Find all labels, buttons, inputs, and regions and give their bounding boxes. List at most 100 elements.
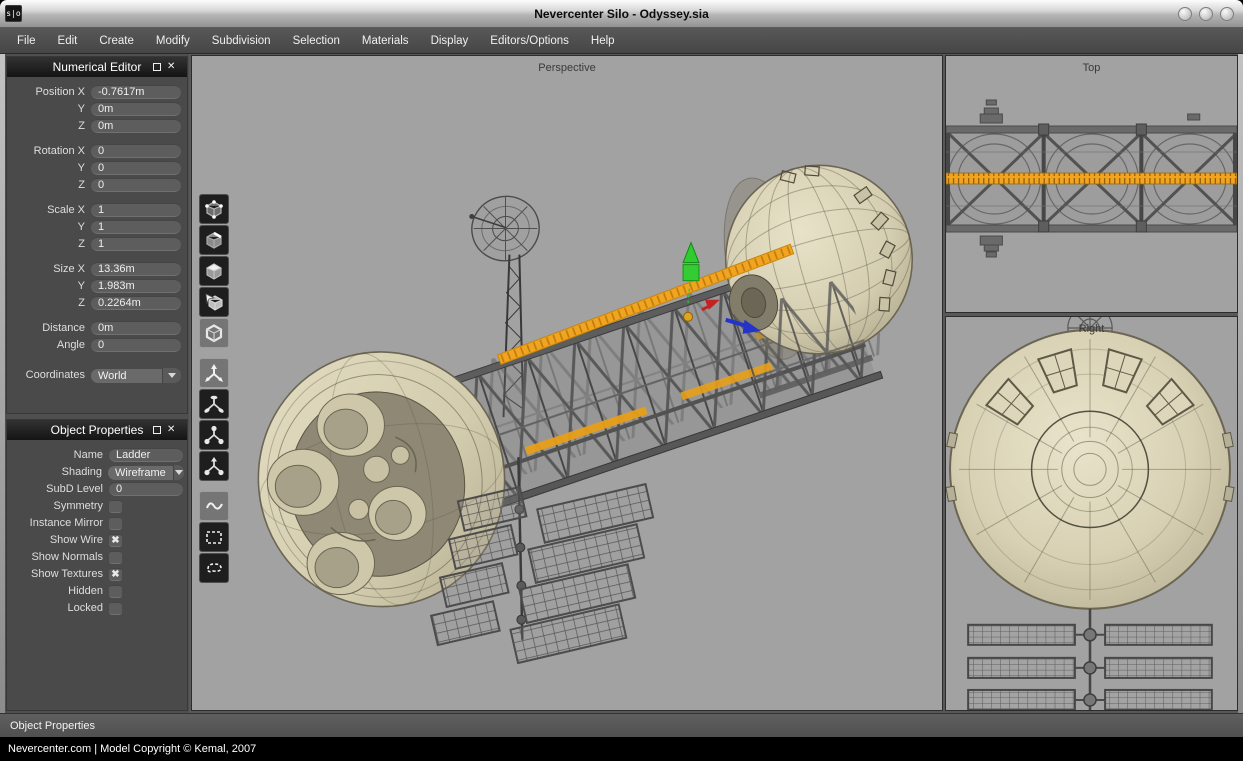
edge-mode-button[interactable] [199, 225, 229, 255]
checkbox-label: Show Normals [7, 551, 109, 563]
perspective-viewport-label: Perspective [192, 62, 942, 74]
position-z-field[interactable]: 0m [91, 119, 181, 133]
menu-materials[interactable]: Materials [351, 28, 420, 54]
panel-title: Object Properties [41, 423, 153, 437]
locked-checkbox[interactable] [109, 602, 122, 615]
show-normals-checkbox[interactable] [109, 551, 122, 564]
angle-field[interactable]: 0 [91, 338, 181, 352]
right-view-solar-array [968, 609, 1212, 710]
field-label: Size X [7, 263, 91, 275]
top-viewport[interactable]: Top [945, 55, 1238, 313]
numerical-editor-header[interactable]: Numerical Editor ✕ [7, 57, 187, 77]
left-panel-column: Numerical Editor ✕ Position X-0.7617m Y0… [5, 54, 189, 713]
menu-file[interactable]: File [6, 28, 47, 54]
menu-help[interactable]: Help [580, 28, 626, 54]
shading-dropdown[interactable]: Wireframe [108, 465, 184, 480]
show-textures-checkbox[interactable]: ✖ [109, 568, 122, 581]
footer-bar: Nevercenter.com | Model Copyright © Kema… [0, 737, 1243, 761]
scale-x-field[interactable]: 1 [91, 203, 181, 217]
right-viewport-label: Right [946, 323, 1237, 335]
object-mode-icon [203, 322, 225, 344]
name-field[interactable]: Ladder [109, 448, 183, 462]
shading-value: Wireframe [108, 465, 173, 480]
checkbox-label: Show Textures [7, 568, 109, 580]
object-properties-header[interactable]: Object Properties ✕ [7, 420, 187, 440]
size-z-field[interactable]: 0.2264m [91, 296, 181, 310]
rotate-tool-icon [203, 393, 225, 415]
panel-title: Numerical Editor [41, 60, 153, 74]
field-label: Rotation X [7, 145, 91, 157]
field-label: Y [7, 221, 91, 233]
menu-subdivision[interactable]: Subdivision [201, 28, 282, 54]
show-wire-checkbox[interactable]: ✖ [109, 534, 122, 547]
panel-close-icon[interactable]: ✕ [167, 425, 175, 435]
checkbox-label: Hidden [7, 585, 109, 597]
close-button[interactable] [1220, 7, 1234, 21]
panel-restore-icon[interactable] [153, 63, 161, 71]
rotation-y-field[interactable]: 0 [91, 161, 181, 175]
face-mode-button[interactable] [199, 256, 229, 286]
lasso-select-icon [203, 557, 225, 579]
maximize-button[interactable] [1199, 7, 1213, 21]
field-label: Y [7, 103, 91, 115]
menu-edit[interactable]: Edit [47, 28, 89, 54]
menu-create[interactable]: Create [88, 28, 145, 54]
panel-close-icon[interactable]: ✕ [167, 62, 175, 72]
y-axis-arrow [683, 243, 699, 263]
titlebar[interactable]: s|o Nevercenter Silo - Odyssey.sia [0, 0, 1243, 28]
spacecraft-3d-scene [192, 56, 942, 710]
numerical-editor-panel: Numerical Editor ✕ Position X-0.7617m Y0… [6, 56, 188, 414]
menu-editors-options[interactable]: Editors/Options [479, 28, 580, 54]
hidden-checkbox[interactable] [109, 585, 122, 598]
panel-restore-icon[interactable] [153, 426, 161, 434]
rect-select-button[interactable] [199, 522, 229, 552]
rect-select-icon [203, 526, 225, 548]
rotate-tool-button[interactable] [199, 389, 229, 419]
instance-mirror-checkbox[interactable] [109, 517, 122, 530]
scale-tool-button[interactable] [199, 420, 229, 450]
menu-display[interactable]: Display [420, 28, 480, 54]
multiselect-mode-button[interactable] [199, 287, 229, 317]
rotation-x-field[interactable]: 0 [91, 144, 181, 158]
position-x-field[interactable]: -0.7617m [91, 85, 181, 99]
coordinates-dropdown[interactable]: World [91, 368, 181, 383]
scale-tool-icon [203, 424, 225, 446]
right-viewport[interactable]: Right [945, 316, 1238, 711]
size-x-field[interactable]: 13.36m [91, 262, 181, 276]
right-viewport-column: Top [945, 54, 1238, 713]
checkbox-label: Show Wire [7, 534, 109, 546]
symmetry-checkbox[interactable] [109, 500, 122, 513]
minimize-button[interactable] [1178, 7, 1192, 21]
window-controls [1178, 7, 1234, 21]
menu-selection[interactable]: Selection [282, 28, 351, 54]
vertex-mode-button[interactable] [199, 194, 229, 224]
field-label: Z [7, 297, 91, 309]
field-label: Y [7, 162, 91, 174]
chevron-down-icon[interactable] [162, 368, 181, 383]
universal-tool-button[interactable] [199, 451, 229, 481]
menu-modify[interactable]: Modify [145, 28, 201, 54]
chevron-down-icon[interactable] [173, 465, 184, 480]
distance-field[interactable]: 0m [91, 321, 181, 335]
move-tool-button[interactable] [199, 358, 229, 388]
rotation-z-field[interactable]: 0 [91, 178, 181, 192]
field-label: Z [7, 120, 91, 132]
checkbox-label: Symmetry [7, 500, 109, 512]
field-label: Scale X [7, 204, 91, 216]
size-y-field[interactable]: 1.983m [91, 279, 181, 293]
top-view-scene [946, 56, 1237, 312]
statusbar: Object Properties [0, 713, 1243, 737]
app-window: s|o Nevercenter Silo - Odyssey.sia File … [0, 0, 1243, 761]
paint-select-button[interactable] [199, 491, 229, 521]
field-label: Shading [7, 466, 108, 478]
object-mode-button[interactable] [199, 318, 229, 348]
scale-z-field[interactable]: 1 [91, 237, 181, 251]
perspective-viewport[interactable]: Perspective [191, 55, 943, 711]
field-label: Z [7, 179, 91, 191]
face-mode-icon [203, 260, 225, 282]
move-tool-icon [203, 362, 225, 384]
scale-y-field[interactable]: 1 [91, 220, 181, 234]
subd-level-field[interactable]: 0 [109, 482, 183, 496]
lasso-select-button[interactable] [199, 553, 229, 583]
position-y-field[interactable]: 0m [91, 102, 181, 116]
